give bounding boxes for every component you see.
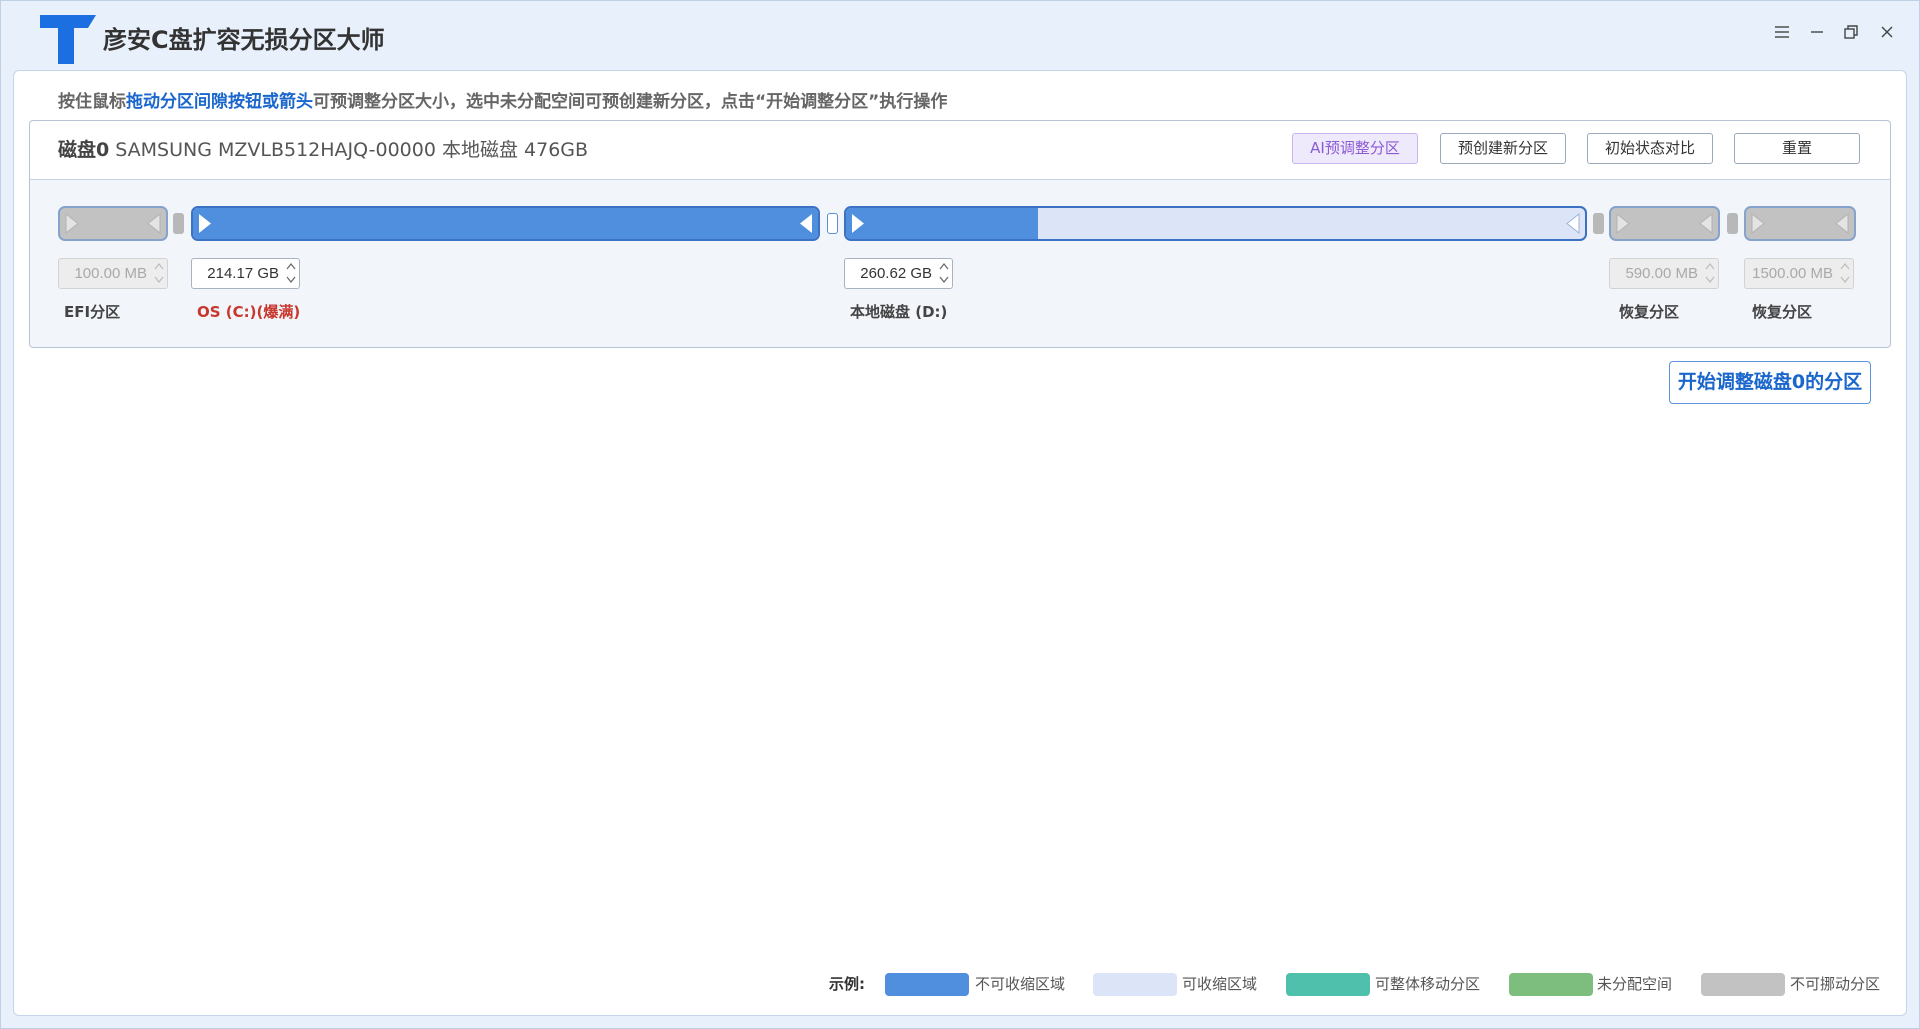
minimize-icon[interactable] [1804, 19, 1830, 45]
drag-arrow-left-icon[interactable] [147, 213, 161, 234]
partition-gap-handle[interactable] [827, 213, 838, 234]
chevron-down-icon [1839, 273, 1851, 286]
partition-label: OS (C:)(爆满) [197, 303, 301, 321]
drag-arrow-right-icon[interactable] [1616, 213, 1630, 234]
close-icon[interactable] [1874, 19, 1900, 45]
legend-swatch [1701, 973, 1785, 996]
legend-label: 可收缩区域 [1182, 975, 1258, 993]
partition-bar[interactable] [1609, 206, 1720, 241]
chevron-up-icon [153, 260, 165, 273]
partition-label: 恢复分区 [1752, 303, 1813, 321]
chevron-up-icon[interactable] [938, 260, 950, 273]
compare-initial-button[interactable]: 初始状态对比 [1587, 133, 1713, 164]
chevron-up-icon [1704, 260, 1716, 273]
size-spinner [285, 260, 297, 287]
app-window: 彦安C盘扩容无损分区大师 按住鼠标拖动分区间隙按钮或箭头可预调整分区大小，选中未… [0, 0, 1920, 1029]
restore-icon[interactable] [1838, 19, 1864, 45]
partition-gap-handle[interactable] [1593, 213, 1604, 234]
partition-gap-handle[interactable] [173, 213, 184, 234]
chevron-down-icon [1704, 273, 1716, 286]
partition-bar[interactable] [1744, 206, 1856, 241]
legend-label: 可整体移动分区 [1375, 975, 1481, 993]
chevron-up-icon [1839, 260, 1851, 273]
main-panel: 按住鼠标拖动分区间隙按钮或箭头可预调整分区大小，选中未分配空间可预创建新分区，点… [13, 70, 1907, 1016]
chevron-down-icon[interactable] [938, 273, 950, 286]
start-adjust-button[interactable]: 开始调整磁盘0的分区 [1669, 361, 1871, 404]
size-spinner [1839, 260, 1851, 287]
partition-efi: EFI分区 [58, 206, 168, 328]
partition-size-input[interactable] [844, 258, 953, 289]
partition-bar[interactable] [191, 206, 820, 241]
legend-swatch [1509, 973, 1593, 996]
non-shrinkable-fill [193, 208, 818, 239]
hamburger-icon[interactable] [1769, 19, 1795, 45]
size-spinner [938, 260, 950, 287]
partition-size-field [844, 258, 953, 289]
legend-title: 示例: [829, 975, 865, 993]
app-title: 彦安C盘扩容无损分区大师 [103, 26, 385, 54]
drag-arrow-right-icon[interactable] [65, 213, 79, 234]
drag-arrow-right-icon[interactable] [851, 213, 865, 234]
partition-size-field [1609, 258, 1719, 289]
legend-swatch [1286, 973, 1370, 996]
instruction-suffix: 可预调整分区大小，选中未分配空间可预创建新分区，点击“开始调整分区”执行操作 [313, 92, 948, 112]
drag-arrow-right-icon[interactable] [198, 213, 212, 234]
disk-panel: 磁盘0 SAMSUNG MZVLB512HAJQ-00000 本地磁盘 476GB… [29, 120, 1891, 348]
instruction-prefix: 按住鼠标 [58, 92, 126, 112]
non-shrinkable-fill [846, 208, 1039, 239]
partition-size-input [58, 258, 168, 289]
drag-arrow-right-icon[interactable] [1751, 213, 1765, 234]
logo-t-icon [40, 15, 96, 64]
reset-button[interactable]: 重置 [1734, 133, 1860, 164]
size-spinner [153, 260, 165, 287]
partition-bar[interactable] [844, 206, 1587, 241]
legend-label: 不可收缩区域 [975, 975, 1066, 993]
drag-arrow-left-icon[interactable] [1566, 213, 1580, 234]
partition-recovery-2: 恢复分区 [1744, 206, 1856, 328]
partition-label: 恢复分区 [1619, 303, 1680, 321]
drag-arrow-left-icon[interactable] [1835, 213, 1849, 234]
partition-size-input [1744, 258, 1854, 289]
partition-label: 本地磁盘 (D:) [850, 303, 948, 321]
chevron-down-icon[interactable] [285, 273, 297, 286]
partition-size-input[interactable] [191, 258, 300, 289]
disk-header: 磁盘0 SAMSUNG MZVLB512HAJQ-00000 本地磁盘 476GB… [30, 121, 1890, 180]
legend-swatch [1093, 973, 1177, 996]
partition-size-field [1744, 258, 1854, 289]
partition-c: OS (C:)(爆满) [191, 206, 820, 328]
drag-arrow-left-icon[interactable] [1699, 213, 1713, 234]
partition-recovery-1: 恢复分区 [1609, 206, 1720, 328]
size-spinner [1704, 260, 1716, 287]
partition-gap-handle[interactable] [1727, 213, 1738, 234]
partition-size-input [1609, 258, 1719, 289]
partition-bar[interactable] [58, 206, 168, 241]
partition-size-field [58, 258, 168, 289]
legend-swatch [885, 973, 969, 996]
pre-create-partition-button[interactable]: 预创建新分区 [1440, 133, 1566, 164]
partition-size-field [191, 258, 300, 289]
ai-adjust-button[interactable]: AI预调整分区 [1292, 133, 1418, 164]
disk-name: 磁盘0 [58, 139, 110, 161]
disk-details: SAMSUNG MZVLB512HAJQ-00000 本地磁盘 476GB [115, 139, 589, 161]
partition-label: EFI分区 [64, 303, 121, 321]
disk-title: 磁盘0 SAMSUNG MZVLB512HAJQ-00000 本地磁盘 476GB [58, 121, 588, 179]
partition-d: 本地磁盘 (D:) [844, 206, 1587, 328]
drag-arrow-left-icon[interactable] [799, 213, 813, 234]
chevron-up-icon[interactable] [285, 260, 297, 273]
legend-label: 未分配空间 [1597, 975, 1673, 993]
chevron-down-icon [153, 273, 165, 286]
instruction-highlight: 拖动分区间隙按钮或箭头 [126, 92, 313, 112]
legend-label: 不可挪动分区 [1790, 975, 1881, 993]
instruction-text: 按住鼠标拖动分区间隙按钮或箭头可预调整分区大小，选中未分配空间可预创建新分区，点… [58, 91, 947, 113]
